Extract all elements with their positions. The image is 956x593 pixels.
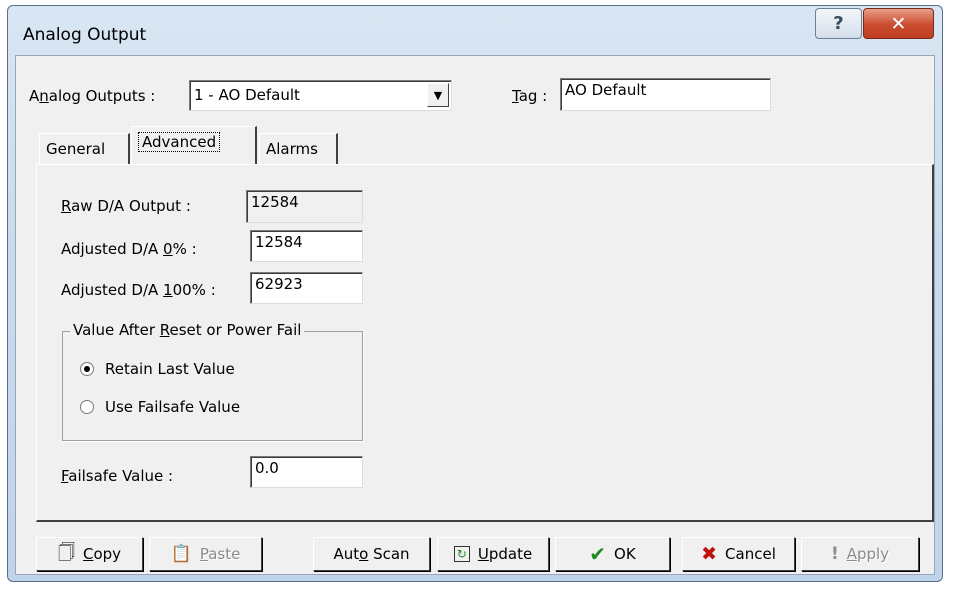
tag-label: Tag : [512, 87, 548, 105]
tab-advanced[interactable]: Advanced [131, 126, 257, 165]
help-icon: ? [833, 13, 844, 34]
apply-button[interactable]: ! Apply [801, 537, 919, 571]
ok-button[interactable]: ✔ OK [555, 537, 670, 571]
cancel-button[interactable]: ✖ Cancel [682, 537, 795, 571]
refresh-icon: ↻ [453, 546, 470, 562]
title-bar[interactable]: Analog Output ? ✕ [8, 6, 942, 56]
checkmark-icon: ✔ [589, 542, 607, 566]
window-title: Analog Output [23, 25, 147, 45]
help-button[interactable]: ? [815, 8, 862, 39]
adjusted-da-0-label: Adjusted D/A 0% : [61, 240, 197, 258]
close-button[interactable]: ✕ [863, 8, 934, 39]
reset-power-fail-group-title: Value After Reset or Power Fail [70, 321, 305, 339]
retain-last-value-radio[interactable] [80, 362, 94, 376]
adjusted-da-100-input[interactable]: 62923 [250, 272, 363, 304]
auto-scan-button[interactable]: Auto Scan [313, 537, 430, 571]
failsafe-value-input[interactable]: 0.0 [250, 456, 363, 488]
raw-da-output-field: 12584 [246, 190, 363, 223]
tag-input[interactable]: AO Default [560, 78, 771, 111]
failsafe-value-label: Failsafe Value : [61, 467, 174, 485]
retain-last-value-label[interactable]: Retain Last Value [105, 360, 235, 378]
update-button[interactable]: ↻ Update [437, 537, 549, 571]
exclamation-icon: ! [830, 544, 839, 564]
adjusted-da-100-label: Adjusted D/A 100% : [61, 281, 216, 299]
analog-outputs-label: Analog Outputs : [29, 87, 156, 105]
adjusted-da-0-input[interactable]: 12584 [250, 230, 363, 262]
paste-icon: 📋 [170, 544, 192, 564]
tab-general[interactable]: General [39, 133, 130, 165]
radio-selected-dot [84, 366, 90, 372]
use-failsafe-value-label[interactable]: Use Failsafe Value [105, 398, 240, 416]
paste-button[interactable]: 📋 Paste [149, 537, 262, 571]
use-failsafe-value-radio[interactable] [80, 400, 94, 414]
chevron-down-icon[interactable]: ▼ [427, 83, 449, 107]
raw-da-output-label: Raw D/A Output : [61, 197, 191, 215]
reset-power-fail-groupbox [62, 331, 363, 441]
close-icon: ✕ [890, 12, 907, 35]
tab-alarms[interactable]: Alarms [259, 133, 338, 165]
copy-icon: 🗍 [57, 542, 75, 563]
x-icon: ✖ [701, 543, 718, 565]
copy-button[interactable]: 🗍 Copy [36, 537, 143, 571]
analog-outputs-select[interactable]: 1 - AO Default ▼ [189, 80, 452, 111]
